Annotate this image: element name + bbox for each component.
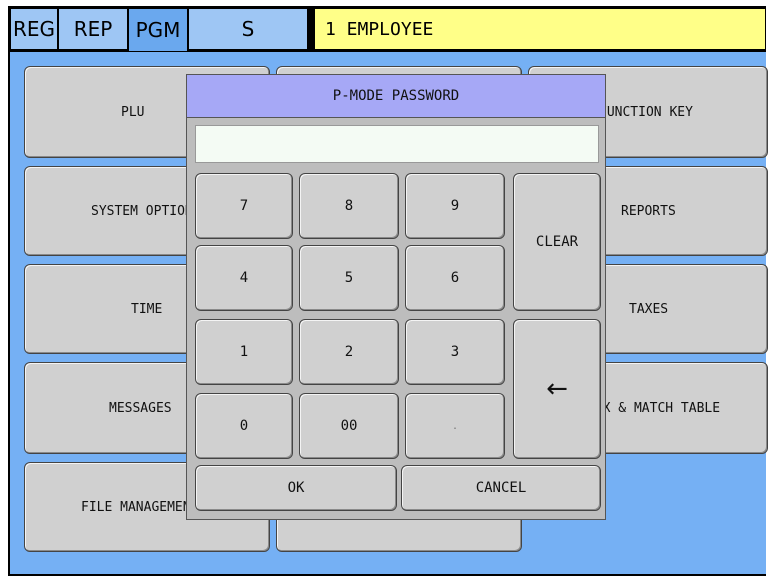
key-9[interactable]: 9 xyxy=(405,173,505,239)
key-dot[interactable]: . xyxy=(405,393,505,459)
password-dialog: P-MODE PASSWORD 7 8 9 CLEAR 4 5 6 1 2 3 … xyxy=(186,74,606,520)
key-0[interactable]: 0 xyxy=(195,393,293,459)
cancel-button[interactable]: CANCEL xyxy=(401,465,601,511)
ok-button[interactable]: OK xyxy=(195,465,397,511)
employee-label: 1 EMPLOYEE xyxy=(314,8,766,50)
key-6[interactable]: 6 xyxy=(405,245,505,311)
key-7[interactable]: 7 xyxy=(195,173,293,239)
key-2[interactable]: 2 xyxy=(299,319,399,385)
dialog-title: P-MODE PASSWORD xyxy=(187,75,605,118)
tab-reg[interactable]: REG xyxy=(10,8,58,50)
key-4[interactable]: 4 xyxy=(195,245,293,311)
clear-button[interactable]: CLEAR xyxy=(513,173,601,311)
password-input[interactable] xyxy=(195,125,599,163)
tab-s[interactable]: S xyxy=(188,8,308,50)
key-00[interactable]: 00 xyxy=(299,393,399,459)
key-5[interactable]: 5 xyxy=(299,245,399,311)
key-8[interactable]: 8 xyxy=(299,173,399,239)
key-3[interactable]: 3 xyxy=(405,319,505,385)
tab-rep[interactable]: REP xyxy=(58,8,128,50)
tab-pgm[interactable]: PGM xyxy=(128,8,188,52)
backspace-icon[interactable]: ← xyxy=(513,319,601,459)
key-1[interactable]: 1 xyxy=(195,319,293,385)
